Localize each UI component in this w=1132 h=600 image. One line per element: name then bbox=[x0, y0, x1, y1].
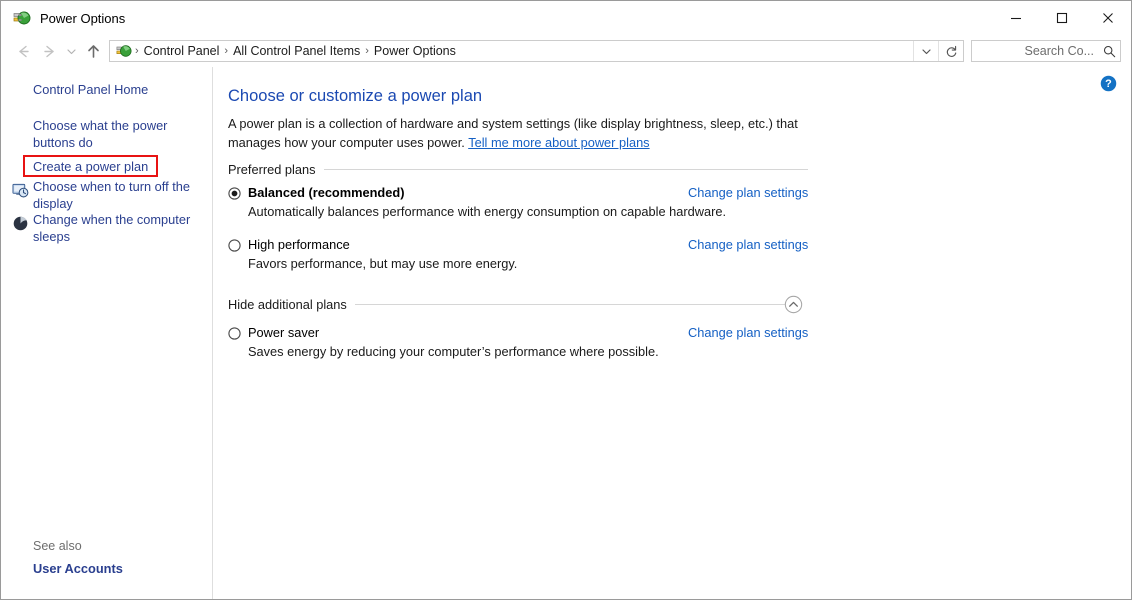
close-button[interactable] bbox=[1085, 1, 1131, 34]
help-question-icon[interactable]: ? bbox=[1100, 75, 1117, 92]
group-label-additional-plans: Hide additional plans bbox=[228, 297, 347, 312]
sidebar: Control Panel Home Choose what the power… bbox=[1, 67, 213, 599]
minimize-icon bbox=[1011, 17, 1021, 19]
chevron-down-icon bbox=[66, 48, 76, 54]
page-title: Choose or customize a power plan bbox=[228, 87, 483, 105]
plan-row: Power saver Change plan settings bbox=[228, 325, 808, 340]
sidebar-item-create-power-plan[interactable]: Create a power plan bbox=[33, 159, 148, 176]
display-clock-icon bbox=[12, 183, 29, 198]
recent-locations-button[interactable] bbox=[62, 38, 80, 64]
power-plug-icon bbox=[13, 11, 31, 25]
chevron-down-icon bbox=[921, 48, 931, 54]
search-input[interactable]: Search Co... bbox=[972, 44, 1098, 58]
breadcrumb-item-control-panel[interactable]: Control Panel bbox=[140, 44, 224, 58]
maximize-icon bbox=[1056, 12, 1068, 23]
group-header-preferred-plans: Preferred plans bbox=[228, 162, 808, 177]
back-button[interactable] bbox=[10, 38, 36, 64]
breadcrumb-item-all-control-panel-items[interactable]: All Control Panel Items bbox=[229, 44, 364, 58]
forward-button[interactable] bbox=[36, 38, 62, 64]
sleep-moon-icon bbox=[13, 216, 28, 231]
plan-item-high-performance: High performance Change plan settings Fa… bbox=[228, 237, 808, 271]
refresh-icon bbox=[946, 45, 956, 57]
plan-name-high-performance: High performance bbox=[248, 237, 350, 252]
up-button[interactable] bbox=[80, 38, 106, 64]
radio-balanced[interactable] bbox=[228, 187, 241, 200]
close-icon bbox=[1103, 12, 1113, 23]
sidebar-item-control-panel-home[interactable]: Control Panel Home bbox=[33, 82, 148, 99]
group-rule bbox=[354, 304, 788, 305]
search-box[interactable]: Search Co... bbox=[971, 40, 1121, 62]
minimize-button[interactable] bbox=[993, 1, 1039, 34]
plan-description-balanced: Automatically balances performance with … bbox=[248, 204, 727, 219]
window-title: Power Options bbox=[40, 10, 126, 26]
see-also-label: See also bbox=[33, 539, 82, 553]
main-panel: ? Choose or customize a power plan A pow… bbox=[214, 67, 1131, 599]
power-options-window: Power Options › Control Panel › All Cont… bbox=[0, 0, 1132, 600]
address-bar[interactable]: › Control Panel › All Control Panel Item… bbox=[109, 40, 964, 62]
change-plan-settings-high-performance[interactable]: Change plan settings bbox=[688, 237, 808, 252]
group-header-additional-plans: Hide additional plans bbox=[228, 297, 788, 312]
change-plan-settings-balanced[interactable]: Change plan settings bbox=[688, 185, 808, 200]
plan-name-power-saver: Power saver bbox=[248, 325, 320, 340]
maximize-button[interactable] bbox=[1039, 1, 1085, 34]
group-label-preferred-plans: Preferred plans bbox=[228, 162, 316, 177]
plan-row: Balanced (recommended) Change plan setti… bbox=[228, 185, 808, 200]
search-icon-wrap bbox=[1098, 41, 1120, 61]
power-plug-icon bbox=[116, 45, 132, 57]
forward-arrow-icon bbox=[43, 45, 54, 57]
sidebar-item-user-accounts[interactable]: User Accounts bbox=[33, 561, 123, 578]
plan-name-balanced: Balanced (recommended) bbox=[248, 185, 405, 200]
intro-paragraph: A power plan is a collection of hardware… bbox=[228, 115, 810, 152]
tell-me-more-link[interactable]: Tell me more about power plans bbox=[468, 135, 649, 150]
title-bar: Power Options bbox=[1, 1, 1131, 35]
group-rule bbox=[323, 169, 808, 170]
svg-text:?: ? bbox=[1105, 78, 1112, 90]
sidebar-item-choose-power-buttons[interactable]: Choose what the power buttons do bbox=[33, 118, 173, 151]
plan-row: High performance Change plan settings bbox=[228, 237, 808, 252]
plan-description-high-performance: Favors performance, but may use more ene… bbox=[248, 256, 518, 271]
sidebar-item-computer-sleeps[interactable]: Change when the computer sleeps bbox=[33, 212, 193, 245]
chevron-up-circle-icon[interactable] bbox=[784, 295, 803, 314]
content-area: Control Panel Home Choose what the power… bbox=[1, 67, 1131, 599]
search-icon bbox=[1103, 45, 1115, 57]
up-arrow-icon bbox=[87, 44, 99, 58]
change-plan-settings-power-saver[interactable]: Change plan settings bbox=[688, 325, 808, 340]
plan-item-balanced: Balanced (recommended) Change plan setti… bbox=[228, 185, 808, 219]
address-dropdown-button[interactable] bbox=[913, 41, 938, 61]
radio-power-saver[interactable] bbox=[228, 327, 241, 340]
window-controls bbox=[993, 1, 1131, 34]
sidebar-item-turn-off-display[interactable]: Choose when to turn off the display bbox=[33, 179, 193, 212]
plan-item-power-saver: Power saver Change plan settings Saves e… bbox=[228, 325, 808, 359]
refresh-button[interactable] bbox=[938, 41, 963, 61]
breadcrumb-item-power-options[interactable]: Power Options bbox=[370, 44, 460, 58]
back-arrow-icon bbox=[18, 45, 29, 57]
navigation-bar: › Control Panel › All Control Panel Item… bbox=[1, 35, 1131, 67]
plan-description-power-saver: Saves energy by reducing your computer’s… bbox=[248, 344, 659, 359]
radio-high-performance[interactable] bbox=[228, 239, 241, 252]
